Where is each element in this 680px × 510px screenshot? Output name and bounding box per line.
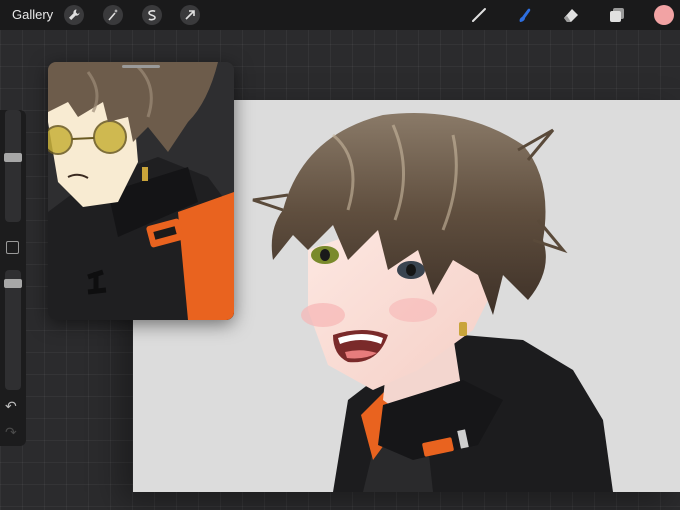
brush-size-thumb[interactable]	[4, 153, 22, 162]
top-toolbar: Gallery	[0, 0, 680, 30]
layers-icon[interactable]	[606, 5, 628, 25]
undo-icon[interactable]: ↶	[5, 400, 17, 414]
eraser-icon[interactable]	[560, 5, 582, 25]
reference-drag-handle[interactable]	[122, 65, 160, 68]
gallery-button[interactable]: Gallery	[12, 7, 53, 22]
reference-image	[48, 62, 234, 320]
magic-wand-icon[interactable]	[103, 5, 123, 25]
color-picker-button[interactable]	[654, 5, 674, 25]
wrench-icon[interactable]	[64, 5, 84, 25]
transform-arrow-icon[interactable]	[180, 5, 200, 25]
modify-button[interactable]	[6, 241, 19, 254]
selection-icon[interactable]	[142, 5, 162, 25]
brush-size-slider[interactable]	[4, 110, 22, 222]
reference-window[interactable]	[48, 62, 234, 320]
sidebar: ↶ ↷	[0, 110, 26, 446]
redo-icon[interactable]: ↷	[5, 426, 17, 440]
opacity-thumb[interactable]	[4, 279, 22, 288]
opacity-slider[interactable]	[4, 270, 22, 390]
smudge-icon[interactable]	[514, 5, 536, 25]
brush-icon[interactable]	[468, 5, 490, 25]
